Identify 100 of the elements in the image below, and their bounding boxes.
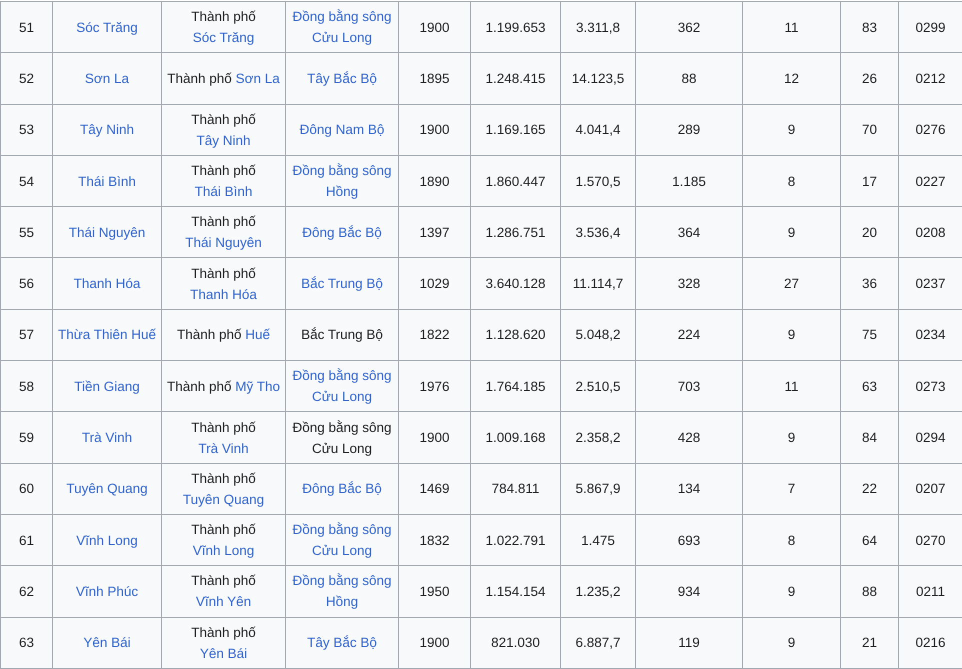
table-cell: 1469 bbox=[398, 463, 470, 514]
table-cell: 784.811 bbox=[470, 463, 560, 514]
table-cell: 1397 bbox=[398, 206, 470, 258]
table-cell: 1900 bbox=[398, 104, 470, 156]
capital-link[interactable]: Huế bbox=[245, 327, 270, 342]
capital-prefix: Thành phố bbox=[167, 70, 232, 86]
table-cell: 224 bbox=[636, 309, 742, 361]
table-cell: 3.640.128 bbox=[470, 258, 560, 310]
table-cell: 1.475 bbox=[560, 514, 636, 566]
table-cell: 1890 bbox=[398, 155, 470, 207]
table-cell: 60 bbox=[0, 463, 52, 514]
capital-link[interactable]: Mỹ Tho bbox=[235, 378, 280, 394]
capital-prefix: Thành phố bbox=[191, 470, 256, 486]
capital-link[interactable]: Trà Vinh bbox=[198, 440, 249, 456]
table-cell: 12 bbox=[742, 52, 840, 104]
table-cell: 84 bbox=[840, 412, 898, 464]
table-cell: Đồng bằng sông Cửu Long bbox=[286, 412, 398, 464]
table-cell: 7 bbox=[742, 463, 840, 514]
table-cell: 0299 bbox=[898, 2, 962, 53]
table-cell: 1.009.168 bbox=[470, 412, 560, 464]
capital-prefix: Thành phố bbox=[176, 327, 242, 342]
table-cell: 1976 bbox=[398, 360, 470, 412]
table-cell: 1900 bbox=[398, 2, 470, 53]
capital-link[interactable]: Thái Bình bbox=[194, 184, 252, 200]
table-cell: 703 bbox=[636, 360, 742, 412]
table-cell: 61 bbox=[0, 514, 52, 566]
table-cell: 1.128.620 bbox=[470, 309, 560, 361]
table-cell: 289 bbox=[636, 104, 742, 156]
table-cell: 75 bbox=[840, 309, 898, 361]
table-cell: 693 bbox=[636, 514, 742, 566]
table-cell: 1029 bbox=[398, 258, 470, 310]
table-cell: 54 bbox=[0, 155, 52, 207]
table-cell: 55 bbox=[0, 206, 52, 258]
table-cell: 1832 bbox=[398, 514, 470, 566]
table-cell: 4.041,4 bbox=[560, 104, 636, 156]
table-cell: 1.764.185 bbox=[470, 360, 560, 412]
table-cell: 1.860.447 bbox=[470, 155, 560, 207]
table-cell: 36 bbox=[840, 258, 898, 310]
table-cell: 1.235,2 bbox=[560, 566, 636, 618]
capital-prefix: Thành phố bbox=[166, 378, 232, 394]
capital-link[interactable]: Sóc Trăng bbox=[192, 30, 254, 46]
table-cell: 57 bbox=[0, 309, 52, 361]
table-cell: 1.169.165 bbox=[470, 104, 560, 156]
table-cell: 22 bbox=[840, 463, 898, 514]
table-cell: 51 bbox=[0, 2, 52, 53]
table-cell: 5.867,9 bbox=[560, 463, 636, 514]
table-cell: 53 bbox=[0, 104, 52, 156]
table-cell: 6.887,7 bbox=[560, 617, 636, 668]
table-cell: 9 bbox=[742, 309, 840, 361]
table-cell: 1.248.415 bbox=[470, 52, 560, 104]
capital-prefix: Thành phố bbox=[191, 163, 256, 178]
table-cell: 1950 bbox=[398, 566, 470, 618]
table-cell: 26 bbox=[840, 52, 898, 104]
table-cell: 3.311,8 bbox=[560, 2, 636, 53]
capital-prefix: Thành phố bbox=[191, 112, 256, 127]
table-cell: 21 bbox=[840, 617, 898, 668]
capital-link[interactable]: Thanh Hóa bbox=[190, 286, 257, 302]
table-cell: 1.022.791 bbox=[470, 514, 560, 566]
capital-prefix: Thành phố bbox=[191, 9, 256, 24]
table-cell: 59 bbox=[0, 412, 52, 464]
capital-prefix: Thành phố bbox=[191, 214, 256, 230]
capital-link[interactable]: Thái Nguyên bbox=[185, 235, 262, 250]
table-cell: 64 bbox=[840, 514, 898, 566]
table-cell: 63 bbox=[0, 617, 52, 668]
table-cell: 63 bbox=[840, 360, 898, 412]
table-cell: 27 bbox=[742, 258, 840, 310]
table-cell: 88 bbox=[840, 566, 898, 618]
capital-prefix: Thành phố bbox=[191, 624, 256, 640]
table-cell: 428 bbox=[636, 412, 742, 464]
capital-link[interactable]: Tuyên Quang bbox=[182, 492, 264, 507]
table-cell: 362 bbox=[636, 2, 742, 53]
table-cell: 1900 bbox=[398, 617, 470, 668]
table-cell: 1.286.751 bbox=[470, 206, 560, 258]
table-cell: 328 bbox=[636, 258, 742, 310]
table-cell: 9 bbox=[742, 566, 840, 618]
table-cell: 8 bbox=[742, 155, 840, 207]
table-cell: 1.185 bbox=[636, 155, 742, 207]
capital-link[interactable]: Vĩnh Yên bbox=[196, 594, 252, 610]
capital-link[interactable]: Sơn La bbox=[236, 70, 280, 86]
capital-prefix: Thành phố bbox=[191, 266, 256, 281]
capital-prefix: Thành phố bbox=[191, 420, 256, 435]
table-cell: 8 bbox=[742, 514, 840, 566]
table-cell: 934 bbox=[636, 566, 742, 618]
table-cell: 9 bbox=[742, 617, 840, 668]
table-cell: 134 bbox=[636, 463, 742, 514]
table-cell: 14.123,5 bbox=[560, 52, 636, 104]
capital-link[interactable]: Tây Ninh bbox=[196, 132, 251, 148]
table-cell: 52 bbox=[0, 52, 52, 104]
table-cell: 11.114,7 bbox=[560, 258, 636, 310]
table-cell: 70 bbox=[840, 104, 898, 156]
table-cell: 83 bbox=[840, 2, 898, 53]
capital-link[interactable]: Vĩnh Long bbox=[192, 543, 254, 558]
table-cell: Bắc Trung Bộ bbox=[286, 309, 398, 361]
table-cell: 1822 bbox=[398, 309, 470, 361]
table-cell: 3.536,4 bbox=[560, 206, 636, 258]
table-cell: 9 bbox=[742, 104, 840, 156]
table-cell: 119 bbox=[636, 617, 742, 668]
table-cell: 1.154.154 bbox=[470, 566, 560, 618]
table-cell: 1.199.653 bbox=[470, 2, 560, 53]
capital-link[interactable]: Yên Bái bbox=[200, 646, 248, 661]
